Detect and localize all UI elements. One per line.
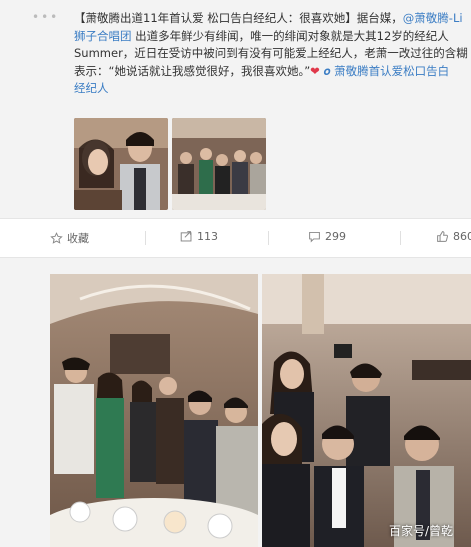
star-icon bbox=[50, 231, 63, 244]
mention-link-2[interactable]: 狮子合唱团 bbox=[74, 29, 132, 43]
post-line-4-text: 表示：“她说话就让我感觉很好，我很喜欢她。” bbox=[74, 63, 311, 78]
post-line-1-text: 【萧敬腾出道11年首认爱 松口告白经纪人：很喜欢她】据台媒， bbox=[74, 11, 403, 25]
comment-count: 299 bbox=[325, 230, 346, 243]
forward-icon bbox=[180, 231, 192, 242]
like-button[interactable]: 860 bbox=[436, 230, 471, 243]
topic-link[interactable]: 𝒐 萧敬腾首认爱松口告白 bbox=[320, 64, 449, 78]
post-line-2-text: 出道多年鲜少有绯闻，唯一的绯闻对象就是大其12岁的经纪人 bbox=[131, 28, 449, 43]
thumbs-up-icon bbox=[437, 231, 448, 242]
action-bar: 收藏 113 299 860 bbox=[0, 218, 471, 258]
more-dots: ••• bbox=[32, 10, 60, 24]
post-line-3: Summer，近日在受访中被问到有没有可能爱上经纪人，老萧一改过往的含糊 bbox=[74, 45, 471, 63]
post-line-4: 表示：“她说话就让我感觉很好，我很喜欢她。”❤ 𝒐 萧敬腾首认爱松口告白 bbox=[74, 63, 471, 81]
post-line-3-text: Summer，近日在受访中被问到有没有可能爱上经纪人，老萧一改过往的含糊 bbox=[74, 46, 468, 60]
comment-button[interactable]: 299 bbox=[308, 230, 346, 243]
post-text: 【萧敬腾出道11年首认爱 松口告白经纪人：很喜欢她】据台媒，@萧敬腾-Li 狮子… bbox=[74, 10, 471, 98]
topic-link-cont[interactable]: 经纪人 bbox=[74, 81, 109, 95]
mention-link[interactable]: @萧敬腾-Li bbox=[403, 11, 463, 25]
comment-icon bbox=[309, 231, 320, 243]
post-line-5: 经纪人 bbox=[74, 80, 471, 98]
post-line-2: 狮子合唱团 出道多年鲜少有绯闻，唯一的绯闻对象就是大其12岁的经纪人 bbox=[74, 28, 471, 46]
thumbnail-1[interactable] bbox=[74, 118, 168, 210]
heart-icon: ❤ bbox=[310, 63, 320, 78]
post-line-1: 【萧敬腾出道11年首认爱 松口告白经纪人：很喜欢她】据台媒，@萧敬腾-Li bbox=[74, 10, 471, 28]
divider bbox=[145, 231, 146, 245]
photo-right[interactable] bbox=[262, 274, 471, 547]
watermark: 百家号/曾乾 bbox=[388, 524, 453, 538]
forward-count: 113 bbox=[197, 230, 218, 243]
forward-button[interactable]: 113 bbox=[180, 230, 218, 243]
photo-left[interactable] bbox=[50, 274, 258, 547]
favorite-label: 收藏 bbox=[67, 232, 89, 245]
divider bbox=[400, 231, 401, 245]
favorite-button[interactable]: 收藏 bbox=[50, 230, 89, 246]
thumbnail-2[interactable] bbox=[172, 118, 266, 210]
divider bbox=[268, 231, 269, 245]
like-count: 860 bbox=[453, 230, 471, 243]
